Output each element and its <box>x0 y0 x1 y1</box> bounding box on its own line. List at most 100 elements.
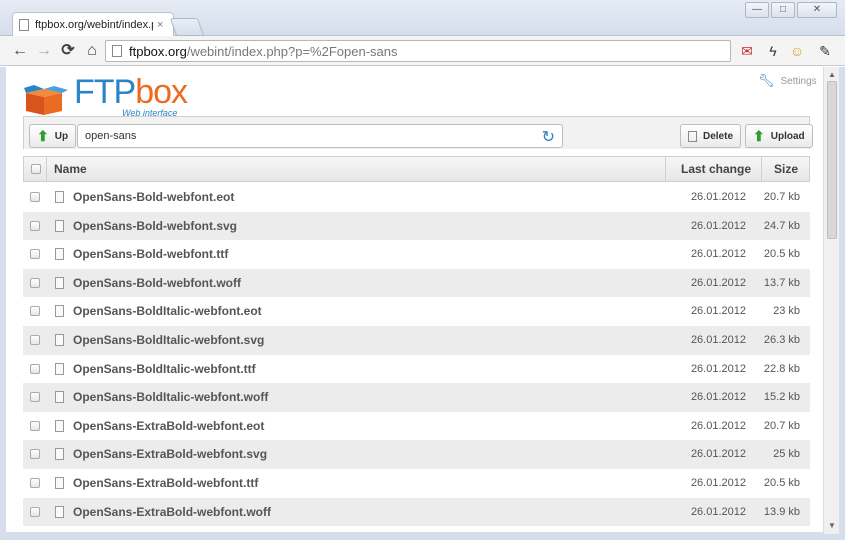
row-checkbox[interactable] <box>30 420 40 431</box>
close-window-button[interactable]: ✕ <box>797 2 837 18</box>
scroll-down-arrow-icon[interactable]: ▼ <box>828 522 836 530</box>
new-tab-button[interactable] <box>169 18 205 36</box>
file-name[interactable]: OpenSans-BoldItalic-webfont.eot <box>73 304 262 318</box>
file-name[interactable]: OpenSans-Bold-webfont.svg <box>73 219 237 233</box>
file-name[interactable]: OpenSans-Bold-webfont.eot <box>73 190 234 204</box>
file-date: 26.01.2012 <box>690 219 746 232</box>
table-row[interactable]: OpenSans-Bold-webfont.eot 26.01.2012 20.7 … <box>23 183 810 212</box>
page-content: FTPbox Web interface 🔧︎ Settings ⬆ Up op… <box>6 67 823 532</box>
file-date: 26.01.2012 <box>690 476 746 489</box>
file-name[interactable]: OpenSans-ExtraBold-webfont.eot <box>73 419 264 433</box>
reload-icon[interactable]: ⟳ <box>58 41 78 61</box>
file-name[interactable]: OpenSans-ExtraBold-webfont.ttf <box>73 476 258 490</box>
table-row[interactable]: OpenSans-BoldItalic-webfont.ttf 26.01.201… <box>23 355 810 384</box>
file-date: 26.01.2012 <box>690 333 746 346</box>
table-row[interactable]: OpenSans-ExtraBold-webfont.woff 26.01.201… <box>23 497 810 527</box>
wrench-icon: 🔧︎ <box>758 73 775 88</box>
column-header-name[interactable]: Name <box>54 157 87 181</box>
row-checkbox[interactable] <box>30 506 40 517</box>
url-path: /webint/index.php?p=%2Fopen-sans <box>186 43 398 59</box>
url-host: ftpbox.org <box>129 43 187 59</box>
table-row[interactable]: OpenSans-ExtraBold-webfont.ttf 26.01.2012… <box>23 469 810 498</box>
lightning-extension-icon[interactable]: ϟ <box>764 42 782 60</box>
mail-extension-icon[interactable]: ✉ <box>738 42 756 60</box>
row-checkbox[interactable] <box>30 392 40 403</box>
file-name[interactable]: OpenSans-BoldItalic-webfont.woff <box>73 390 268 404</box>
file-date: 26.01.2012 <box>690 391 746 404</box>
row-checkbox[interactable] <box>30 477 40 488</box>
home-icon[interactable]: ⌂ <box>82 41 102 61</box>
file-size: 20.7 kb <box>763 419 800 432</box>
row-checkbox[interactable] <box>30 277 40 288</box>
logo-ftp-text: FTP <box>74 73 136 111</box>
vertical-scrollbar[interactable]: ▲ ▼ <box>823 67 839 534</box>
table-row[interactable]: OpenSans-BoldItalic-webfont.svg 26.01.201… <box>23 325 810 355</box>
path-input-value: open-sans <box>85 130 137 142</box>
file-name[interactable]: OpenSans-Bold-webfont.woff <box>73 276 241 290</box>
file-name[interactable]: OpenSans-ExtraBold-webfont.svg <box>73 447 267 461</box>
row-checkbox[interactable] <box>30 192 40 202</box>
row-checkbox[interactable] <box>30 306 40 317</box>
table-row[interactable]: OpenSans-ExtraBold-webfont.eot 26.01.2012… <box>23 412 810 441</box>
refresh-icon[interactable]: ↻ <box>542 127 555 147</box>
row-checkbox[interactable] <box>30 220 40 231</box>
logo-box-text: box <box>135 73 188 111</box>
table-row[interactable]: OpenSans-Bold-webfont.ttf 26.01.2012 20.5 … <box>23 240 810 269</box>
select-all-checkbox[interactable] <box>31 164 41 174</box>
table-row[interactable]: OpenSans-BoldItalic-webfont.eot 26.01.201… <box>23 297 810 326</box>
browser-tab[interactable]: ftpbox.org/webint/index.p × <box>12 12 174 37</box>
scroll-up-arrow-icon[interactable]: ▲ <box>828 71 836 79</box>
delete-button[interactable]: Delete <box>680 124 742 148</box>
file-icon <box>55 191 64 203</box>
forward-arrow-icon[interactable]: → <box>34 41 54 61</box>
up-button[interactable]: ⬆ Up <box>29 124 77 148</box>
file-name[interactable]: OpenSans-Bold-webfont.ttf <box>73 247 228 261</box>
file-icon <box>55 419 64 432</box>
file-date: 26.01.2012 <box>690 362 746 375</box>
file-name[interactable]: OpenSans-BoldItalic-webfont.svg <box>73 333 264 347</box>
settings-label: Settings <box>780 75 817 87</box>
page-icon <box>19 19 29 31</box>
row-checkbox[interactable] <box>30 249 40 260</box>
upload-button[interactable]: ⬆ Upload <box>745 124 813 148</box>
smiley-extension-icon[interactable]: ☺ <box>788 42 806 60</box>
box-logo-icon <box>24 85 68 115</box>
table-row[interactable]: OpenSans-Bold-webfont.woff 26.01.2012 13.7… <box>23 268 810 298</box>
file-size: 15.2 kb <box>763 391 800 404</box>
address-bar[interactable]: ftpbox.org /webint/index.php?p=%2Fopen-s… <box>105 40 731 62</box>
file-size: 20.5 kb <box>763 248 800 261</box>
file-name[interactable]: OpenSans-ExtraBold-webfont.woff <box>73 505 271 519</box>
wrench-menu-icon[interactable]: ✎ <box>816 42 834 60</box>
table-row[interactable]: OpenSans-ExtraBold-webfont.svg 26.01.2012… <box>23 440 810 469</box>
row-checkbox[interactable] <box>30 363 40 374</box>
file-size: 20.7 kb <box>763 191 800 203</box>
path-input[interactable]: open-sans ↻ <box>77 124 563 148</box>
minimize-button[interactable]: — <box>745 2 769 18</box>
file-size: 25 kb <box>773 448 800 461</box>
file-icon <box>55 362 64 375</box>
scroll-thumb[interactable] <box>827 81 837 239</box>
table-row[interactable]: OpenSans-Bold-webfont.svg 26.01.2012 24.7 … <box>23 211 810 241</box>
window-frame-bottom <box>0 532 845 540</box>
file-date: 26.01.2012 <box>690 191 746 203</box>
ftpbox-logo: FTPbox Web interface <box>24 73 194 119</box>
file-icon <box>55 305 64 318</box>
table-row[interactable]: OpenSans-BoldItalic-webfont.woff 26.01.20… <box>23 383 810 412</box>
file-date: 26.01.2012 <box>690 505 746 518</box>
upload-button-label: Upload <box>770 130 805 142</box>
column-header-size[interactable]: Size <box>774 157 798 181</box>
tab-close-icon[interactable]: × <box>157 19 163 31</box>
browser-toolbar: ← → ⟳ ⌂ ftpbox.org /webint/index.php?p=%… <box>0 36 845 66</box>
row-checkbox[interactable] <box>30 449 40 460</box>
file-icon <box>55 391 64 404</box>
settings-link[interactable]: 🔧︎ Settings <box>758 73 817 89</box>
file-date: 26.01.2012 <box>690 305 746 318</box>
file-list: OpenSans-Bold-webfont.eot 26.01.2012 20.7 … <box>23 183 810 527</box>
tab-title: ftpbox.org/webint/index.p <box>35 19 153 31</box>
column-header-last-change[interactable]: Last change <box>681 157 751 181</box>
row-checkbox[interactable] <box>30 334 40 345</box>
file-name[interactable]: OpenSans-BoldItalic-webfont.ttf <box>73 362 256 376</box>
back-arrow-icon[interactable]: ← <box>10 41 30 61</box>
trash-icon <box>688 130 697 142</box>
maximize-button[interactable]: □ <box>771 2 795 18</box>
